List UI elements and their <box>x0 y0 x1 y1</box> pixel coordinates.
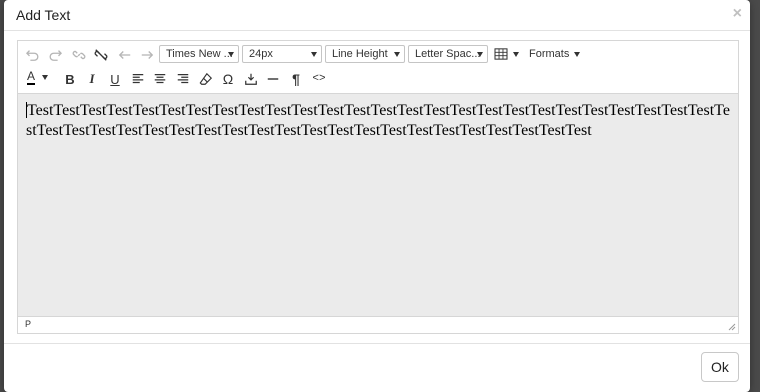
font-size-select[interactable]: 24px <box>242 45 322 63</box>
align-left-icon <box>132 74 144 84</box>
show-blocks-button[interactable]: ¶ <box>285 69 307 89</box>
arrow-left-button[interactable] <box>114 45 136 65</box>
redo-button[interactable] <box>44 45 66 65</box>
font-size-value: 24px <box>249 48 273 60</box>
toolbar-row-1: Times New ... 24px Line Height Letter Sp… <box>18 43 738 67</box>
line-height-select[interactable]: Line Height <box>325 45 405 63</box>
chevron-down-icon <box>574 51 581 57</box>
arrow-right-button[interactable] <box>136 45 158 65</box>
font-family-select[interactable]: Times New ... <box>159 45 239 63</box>
insert-button[interactable] <box>240 69 262 89</box>
rich-text-editor: Times New ... 24px Line Height Letter Sp… <box>17 40 739 334</box>
chevron-down-icon <box>394 52 400 57</box>
chevron-down-icon <box>42 74 49 80</box>
arrow-right-icon <box>141 51 154 59</box>
editor-content-area[interactable]: TestTestTestTestTestTestTestTestTestTest… <box>18 93 738 317</box>
italic-button[interactable]: I <box>81 69 103 89</box>
close-icon[interactable]: × <box>733 6 742 22</box>
unlink-button[interactable] <box>90 45 112 65</box>
align-center-icon <box>154 74 166 84</box>
align-right-button[interactable] <box>172 69 194 89</box>
table-icon <box>494 48 508 60</box>
editor-text[interactable]: TestTestTestTestTestTestTestTestTestTest… <box>26 101 732 141</box>
arrow-left-icon <box>118 51 131 59</box>
align-left-button[interactable] <box>127 69 149 89</box>
dialog-title: Add Text <box>16 7 71 23</box>
element-path[interactable]: P <box>25 319 31 329</box>
font-family-value: Times New ... <box>166 48 233 60</box>
insert-link-button[interactable] <box>68 45 90 65</box>
line-height-value: Line Height <box>332 48 388 60</box>
source-code-button[interactable]: <> <box>308 69 330 89</box>
chevron-down-icon <box>477 52 483 57</box>
toolbar-row-2: A B I U Ω ¶ <> <box>18 67 738 91</box>
text-color-button[interactable]: A <box>27 68 49 85</box>
ok-button[interactable]: Ok <box>701 352 739 382</box>
editor-text-content: TestTestTestTestTestTestTestTestTestTest… <box>26 102 730 139</box>
link-icon <box>72 50 86 60</box>
dialog-footer: Ok <box>4 343 750 392</box>
align-right-icon <box>177 74 189 84</box>
undo-icon <box>26 50 39 61</box>
redo-icon <box>49 50 62 61</box>
clear-formatting-button[interactable] <box>195 69 217 89</box>
formats-label: Formats <box>529 48 570 60</box>
letter-spacing-select[interactable]: Letter Spac... <box>408 45 488 63</box>
bold-button[interactable]: B <box>59 69 81 89</box>
underline-button[interactable]: U <box>104 69 126 89</box>
editor-toolbar: Times New ... 24px Line Height Letter Sp… <box>18 41 738 93</box>
undo-button[interactable] <box>22 45 44 65</box>
resize-handle-icon[interactable] <box>728 323 736 331</box>
letter-spacing-value: Letter Spac... <box>415 48 481 60</box>
add-text-dialog: Add Text × Times New ... 24px Line Heigh… <box>4 0 750 392</box>
eraser-icon <box>199 72 213 85</box>
chevron-down-icon <box>513 51 519 57</box>
insert-icon <box>245 73 257 85</box>
chevron-down-icon <box>311 52 317 57</box>
formats-menu[interactable]: Formats <box>529 46 581 62</box>
chevron-down-icon <box>228 52 234 57</box>
editor-statusbar: P <box>18 316 738 333</box>
text-color-icon: A <box>27 68 36 85</box>
special-character-button[interactable]: Ω <box>217 69 239 89</box>
horizontal-line-icon <box>267 78 279 80</box>
dialog-header: Add Text × <box>4 0 750 31</box>
unlink-icon <box>94 49 108 61</box>
horizontal-line-button[interactable] <box>262 69 284 89</box>
align-center-button[interactable] <box>149 69 171 89</box>
table-button[interactable] <box>494 46 519 62</box>
